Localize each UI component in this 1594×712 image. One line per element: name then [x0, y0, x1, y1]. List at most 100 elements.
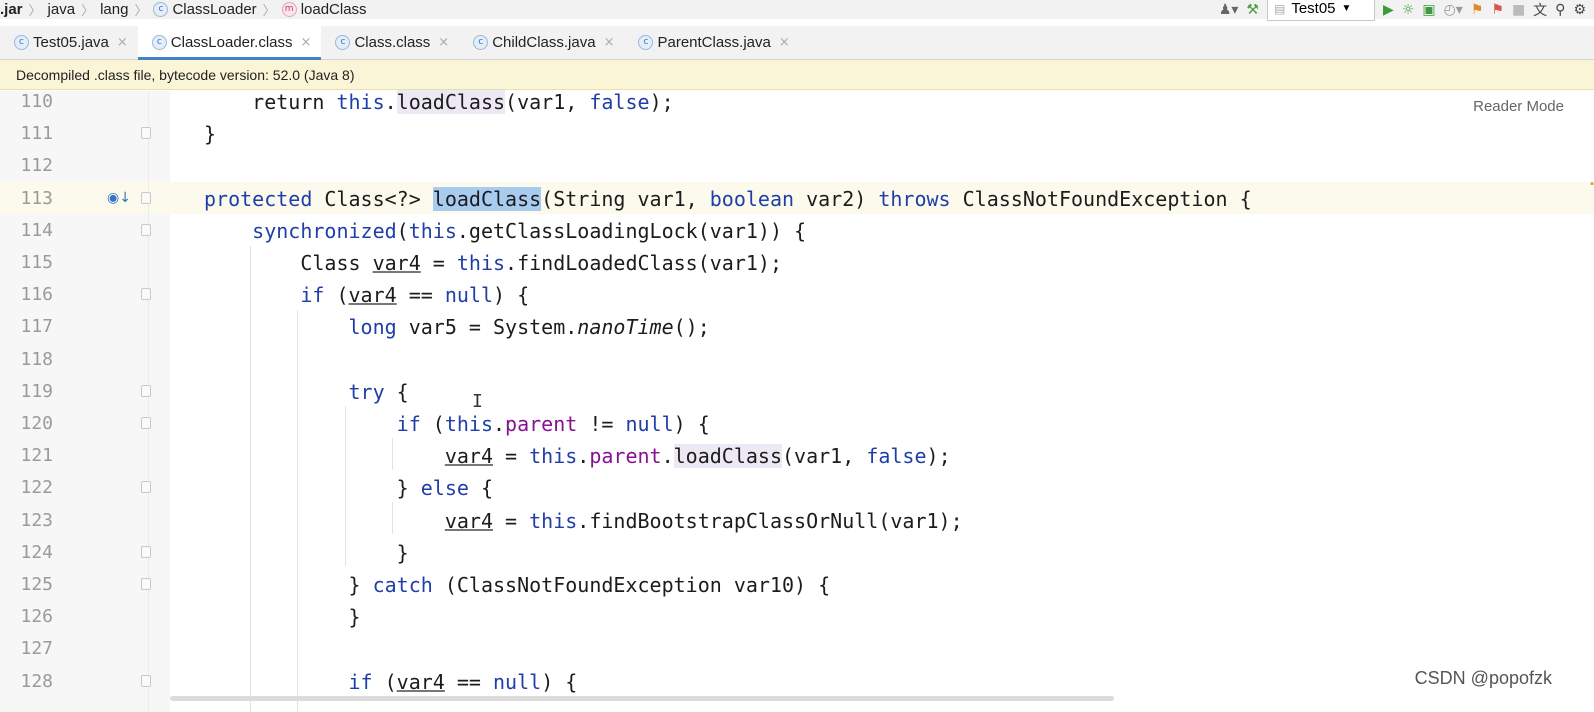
code-text: long var5 = System.nanoTime();: [204, 311, 710, 343]
code-text: if (var4 == null) {: [204, 279, 529, 311]
fold-marker-icon[interactable]: [141, 578, 151, 590]
code-line[interactable]: 120 if (this.parent != null) {: [0, 408, 1594, 440]
code-token: this: [456, 251, 506, 275]
code-line[interactable]: 117 long var5 = System.nanoTime();: [0, 311, 1594, 343]
code-line[interactable]: 110 return this.loadClass(var1, false);: [0, 86, 1594, 118]
close-icon[interactable]: ×: [301, 35, 312, 50]
search-icon[interactable]: ⚲: [1555, 2, 1565, 18]
code-token: }: [204, 573, 373, 597]
fold-marker-icon[interactable]: [141, 223, 151, 236]
tab-childclass-java[interactable]: c ChildClass.java ×: [459, 26, 624, 59]
horizontal-scrollbar[interactable]: [170, 696, 1114, 701]
run-icon[interactable]: ▶: [1383, 2, 1394, 18]
code-line[interactable]: 111}: [0, 118, 1594, 150]
close-icon[interactable]: ×: [604, 35, 615, 50]
code-token: parent: [505, 412, 578, 436]
reload-icon[interactable]: ⚑: [1491, 2, 1504, 18]
code-line[interactable]: 112: [0, 150, 1594, 182]
code-token: =: [493, 508, 530, 533]
line-number: 116: [20, 284, 53, 306]
coverage-icon[interactable]: ▣: [1422, 2, 1435, 18]
debug-icon[interactable]: ☼: [1402, 2, 1415, 18]
code-token: false: [866, 444, 927, 469]
file-icon: ▤: [1273, 1, 1286, 16]
breadcrumb-item[interactable]: 〉 m loadClass: [257, 0, 367, 19]
code-line[interactable]: 114 synchronized(this.getClassLoadingLoc…: [0, 215, 1594, 247]
code-token: {: [480, 476, 494, 501]
settings-icon[interactable]: ⚙: [1573, 2, 1586, 18]
stop-icon[interactable]: ■: [1512, 2, 1525, 18]
code-text: if (var4 == null) {: [204, 666, 578, 698]
tab-classloader-class[interactable]: c ClassLoader.class ×: [137, 26, 322, 60]
fold-marker-icon[interactable]: [141, 674, 151, 687]
attach-icon[interactable]: ⚑: [1471, 2, 1484, 18]
fold-marker-icon[interactable]: [141, 127, 151, 140]
line-number: 123: [20, 509, 53, 531]
method-icon: m: [281, 2, 297, 17]
code-line[interactable]: 122 } else {: [0, 472, 1594, 504]
code-text: return this.loadClass(var1, false);: [204, 86, 674, 118]
code-line[interactable]: 121 var4 = this.parent.loadClass(var1, f…: [0, 440, 1594, 472]
breadcrumb-item[interactable]: 〉 c ClassLoader: [128, 0, 256, 19]
code-line[interactable]: 113 protected Class<?> loadClass(String v…: [0, 183, 1594, 215]
translate-icon[interactable]: 文: [1533, 0, 1547, 20]
code-line[interactable]: 123 var4 = this.findBootstrapClassOrNull…: [0, 505, 1594, 537]
line-number: 125: [20, 574, 53, 595]
profile-icon[interactable]: ◴▾: [1444, 2, 1463, 18]
inspection-marker-icon[interactable]: ▪: [1590, 178, 1594, 190]
code-line[interactable]: 125 } catch (ClassNotFoundException var1…: [0, 569, 1594, 601]
close-icon[interactable]: ×: [779, 35, 790, 50]
code-text: }: [204, 537, 409, 569]
breadcrumb-label: ClassLoader: [172, 1, 257, 18]
chevron-right-icon: 〉: [28, 3, 42, 18]
code-token: (: [432, 412, 445, 436]
fold-marker-icon[interactable]: [141, 384, 151, 397]
breadcrumb-item[interactable]: 〉 java: [23, 0, 76, 19]
fold-marker-icon[interactable]: [141, 545, 151, 558]
reader-mode-button[interactable]: Reader Mode: [1473, 98, 1564, 115]
code-token: this: [529, 508, 578, 533]
line-number: 126: [20, 606, 53, 628]
fold-marker-icon[interactable]: [141, 417, 151, 429]
code-line[interactable]: 127: [0, 633, 1594, 665]
code-token: (: [336, 283, 349, 308]
code-line[interactable]: 124 }: [0, 537, 1594, 569]
code-line[interactable]: 119 try {: [0, 376, 1594, 408]
close-icon[interactable]: ×: [438, 35, 449, 50]
tab-parentclass-java[interactable]: c ParentClass.java ×: [624, 26, 799, 59]
code-text: if (this.parent != null) {: [204, 408, 710, 440]
close-icon[interactable]: ×: [117, 35, 128, 50]
tab-test05-java[interactable]: c Test05.java ×: [0, 26, 138, 59]
code-token: }: [204, 605, 361, 630]
run-configuration-select[interactable]: ▤ Test05 ▼: [1266, 0, 1375, 21]
code-line[interactable]: 116 if (var4 == null) {: [0, 279, 1594, 311]
chevron-right-icon: 〉: [134, 3, 148, 18]
build-hammer-icon[interactable]: ⚒: [1246, 2, 1259, 18]
code-token: synchronized: [252, 218, 397, 243]
code-token: );: [649, 90, 674, 114]
code-line[interactable]: 118: [0, 344, 1594, 376]
tab-label: Test05.java: [33, 34, 109, 51]
fold-marker-icon[interactable]: [141, 288, 151, 301]
code-token: .findLoadedClass(var1);: [505, 251, 782, 275]
code-line[interactable]: 115 Class var4 = this.findLoadedClass(va…: [0, 247, 1594, 279]
override-marker-icon[interactable]: ◉↓: [107, 190, 131, 206]
breadcrumb-item[interactable]: 〉 lang: [75, 0, 128, 19]
code-token: }: [204, 540, 409, 565]
code-line[interactable]: 126 }: [0, 601, 1594, 633]
line-number: 119: [20, 380, 53, 402]
code-line[interactable]: 128 if (var4 == null) {: [0, 666, 1594, 698]
code-token: }: [204, 476, 421, 501]
tab-class-class[interactable]: c Class.class ×: [321, 26, 459, 59]
code-text: }: [204, 118, 216, 150]
breadcrumb-item[interactable]: .jar: [0, 1, 23, 18]
fold-marker-icon[interactable]: [141, 191, 151, 204]
user-icon[interactable]: ♟▾: [1219, 2, 1239, 18]
fold-marker-icon[interactable]: [141, 481, 151, 494]
code-text: Class var4 = this.findLoadedClass(var1);: [204, 247, 782, 279]
code-token: loadClass: [396, 90, 506, 114]
